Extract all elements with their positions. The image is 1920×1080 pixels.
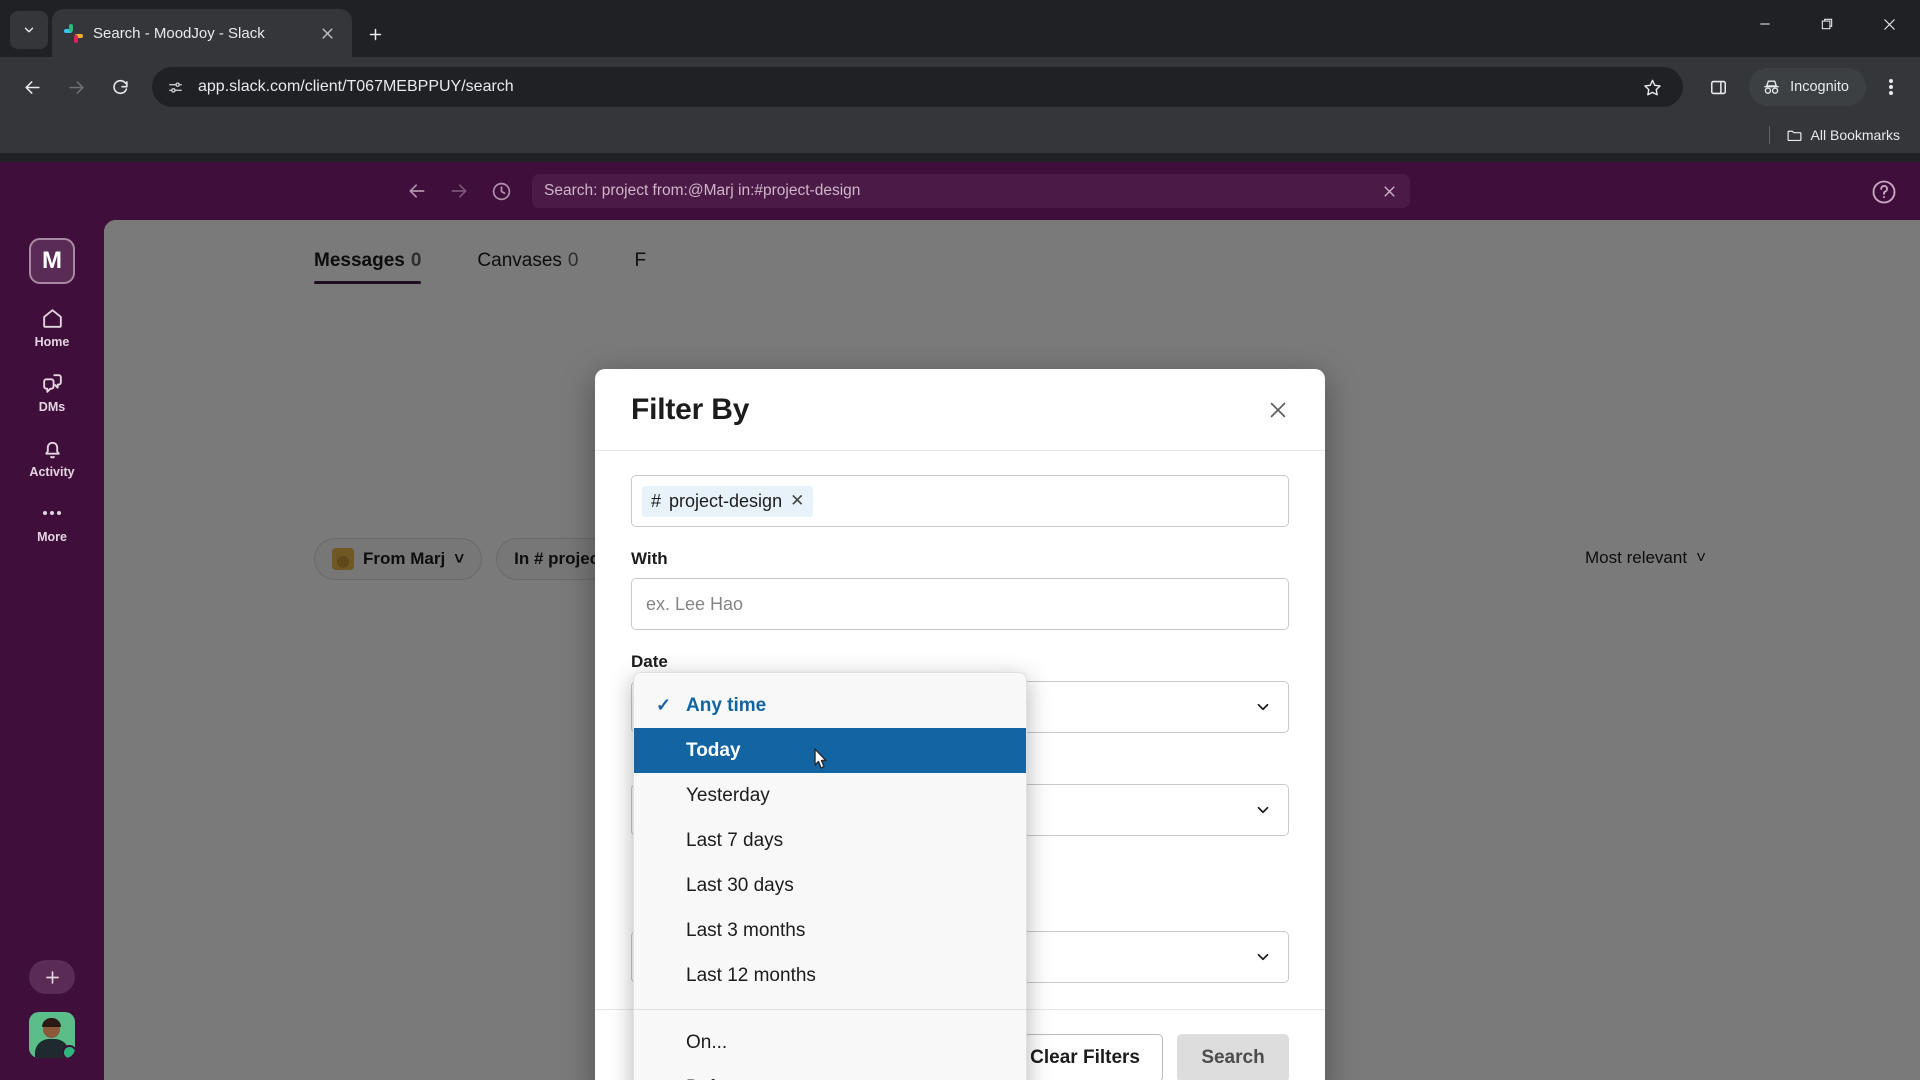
avatar-hair [42, 1018, 61, 1027]
incognito-icon [1762, 78, 1781, 97]
help-icon[interactable] [1870, 178, 1898, 206]
sidebar-item-activity[interactable]: Activity [16, 434, 88, 479]
slack-forward-icon[interactable] [446, 178, 472, 204]
incognito-profile-pill[interactable]: Incognito [1749, 68, 1866, 106]
dropdown-option-label: Last 30 days [686, 874, 794, 896]
workspace-icon[interactable]: M [29, 238, 75, 284]
user-avatar[interactable] [29, 1012, 75, 1058]
bookmark-star-icon[interactable] [1635, 70, 1669, 104]
sidebar-item-label: Home [34, 335, 70, 349]
hash-icon: # [651, 490, 662, 511]
tab-strip: Search - MoodJoy - Slack [0, 0, 1920, 57]
folder-icon [1786, 127, 1803, 144]
slack-back-icon[interactable] [404, 178, 430, 204]
dropdown-option-label: Last 12 months [686, 964, 816, 986]
tab-close-icon[interactable] [314, 20, 340, 46]
dropdown-option-last-30-days[interactable]: Last 30 days [634, 863, 1026, 908]
bell-icon [38, 434, 66, 462]
chevron-down-icon [1254, 698, 1272, 716]
slack-sidebar-rail: M Home DMs Activity More [0, 220, 104, 1080]
forward-button[interactable] [56, 67, 96, 107]
slack-search-text: Search: project from:@Marj in:#project-d… [544, 182, 861, 199]
sidebar-item-label: DMs [38, 400, 66, 414]
all-bookmarks-label: All Bookmarks [1810, 127, 1900, 143]
dropdown-option-on[interactable]: On... [634, 1020, 1026, 1065]
address-bar[interactable]: app.slack.com/client/T067MEBPPUY/search [152, 67, 1684, 107]
check-icon: ✓ [656, 695, 672, 715]
date-dropdown-menu: ✓ Any time Today Yesterday Last 7 days L… [633, 672, 1027, 1080]
date-label: Date [631, 652, 668, 671]
side-panel-icon[interactable] [1701, 70, 1735, 104]
dropdown-option-label: Last 3 months [686, 919, 806, 941]
sidebar-item-dms[interactable]: DMs [16, 369, 88, 414]
modal-header: Filter By [595, 369, 1325, 451]
bookmarks-bar: All Bookmarks [0, 117, 1920, 153]
incognito-label: Incognito [1790, 79, 1849, 95]
channel-token-field[interactable]: # project-design ✕ [631, 475, 1289, 527]
reload-button[interactable] [100, 67, 140, 107]
url-text: app.slack.com/client/T067MEBPPUY/search [198, 78, 514, 95]
new-message-button[interactable] [29, 960, 75, 994]
dropdown-option-label: Last 7 days [686, 829, 784, 851]
slack-history-nav [404, 178, 514, 204]
sidebar-item-label: More [37, 530, 67, 544]
dropdown-option-last-12-months[interactable]: Last 12 months [634, 953, 1026, 998]
dropdown-divider [634, 1009, 1026, 1010]
dropdown-option-label: Any time [686, 694, 767, 716]
channel-token: # project-design ✕ [642, 485, 814, 517]
sidebar-item-more[interactable]: More [16, 499, 88, 544]
site-settings-icon[interactable] [164, 76, 186, 98]
browser-toolbar: app.slack.com/client/T067MEBPPUY/search … [0, 57, 1920, 117]
page-title: Filter By [631, 392, 750, 426]
all-bookmarks-button[interactable]: All Bookmarks [1780, 123, 1906, 148]
dms-icon [38, 369, 66, 397]
close-icon[interactable] [1259, 391, 1297, 429]
dropdown-option-label: Yesterday [686, 784, 770, 806]
sidebar-item-home[interactable]: Home [16, 304, 88, 349]
slack-history-clock-icon[interactable] [488, 178, 514, 204]
minimize-button[interactable] [1734, 0, 1796, 48]
dropdown-option-label: Today [686, 739, 741, 761]
presence-badge [62, 1045, 75, 1058]
with-input[interactable] [631, 578, 1289, 630]
home-icon [38, 304, 66, 332]
dropdown-option-last-7-days[interactable]: Last 7 days [634, 818, 1026, 863]
with-label: With [631, 549, 668, 568]
browser-window: Search - MoodJoy - Slack app.slack.com/c… [0, 0, 1920, 1080]
search-button[interactable]: Search [1177, 1033, 1289, 1080]
window-controls [1734, 0, 1920, 48]
dropdown-option-label: On... [686, 1031, 728, 1053]
bookmarks-divider [1768, 126, 1770, 144]
new-tab-button[interactable] [362, 21, 388, 47]
browser-tab[interactable]: Search - MoodJoy - Slack [52, 9, 352, 57]
slack-search-input[interactable]: Search: project from:@Marj in:#project-d… [532, 174, 1410, 208]
slack-icon [64, 23, 83, 43]
clear-filters-button[interactable]: Clear Filters [1007, 1033, 1163, 1080]
dropdown-option-label: Before... [686, 1077, 758, 1080]
tab-search-button[interactable] [10, 11, 48, 49]
dropdown-option-any-time[interactable]: ✓ Any time [634, 683, 1026, 728]
sidebar-item-label: Activity [29, 465, 75, 479]
dropdown-option-yesterday[interactable]: Yesterday [634, 773, 1026, 818]
slack-search-clear-icon[interactable] [1376, 178, 1402, 204]
slack-topbar: Search: project from:@Marj in:#project-d… [0, 162, 1920, 220]
remove-token-icon[interactable]: ✕ [790, 491, 804, 511]
slack-app: Search: project from:@Marj in:#project-d… [0, 162, 1920, 1080]
more-dots-icon [43, 499, 61, 527]
chevron-down-icon [1254, 801, 1272, 819]
dropdown-option-last-3-months[interactable]: Last 3 months [634, 908, 1026, 953]
close-window-button[interactable] [1858, 0, 1920, 48]
back-button[interactable] [12, 67, 52, 107]
maximize-button[interactable] [1796, 0, 1858, 48]
dropdown-option-before[interactable]: Before... [634, 1065, 1026, 1080]
browser-menu-icon[interactable] [1874, 67, 1908, 107]
chevron-down-icon [1254, 948, 1272, 966]
tab-title: Search - MoodJoy - Slack [93, 24, 265, 42]
dropdown-option-today[interactable]: Today [634, 728, 1026, 773]
channel-token-label: project-design [669, 490, 783, 511]
